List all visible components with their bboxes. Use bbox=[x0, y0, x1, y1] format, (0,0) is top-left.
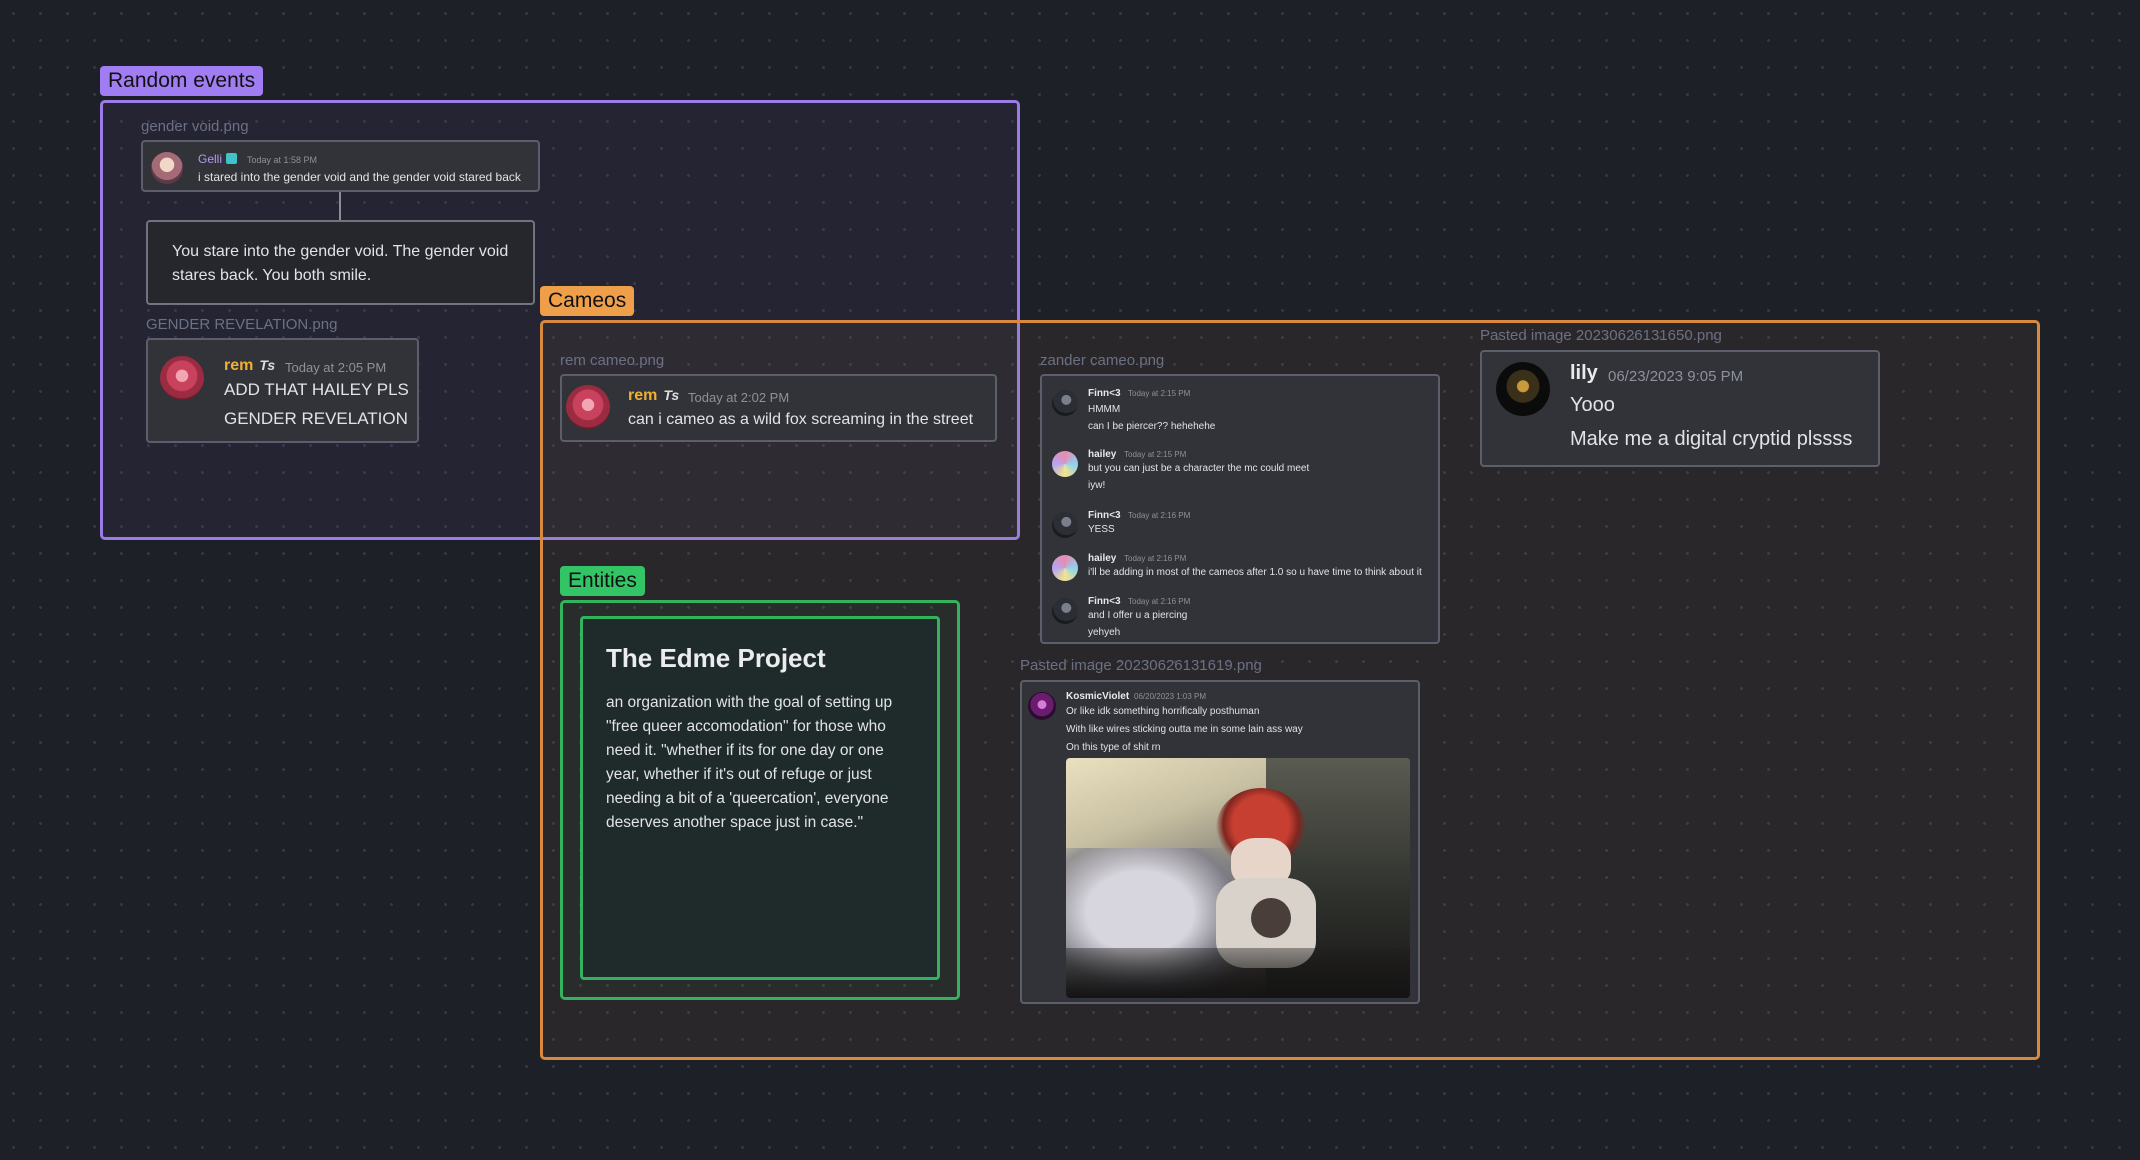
timestamp: Today at 2:05 PM bbox=[285, 360, 387, 375]
text-card-edme-project[interactable]: The Edme Project an organization with th… bbox=[580, 616, 940, 980]
card-body-line: "free queer accomodation" for those who bbox=[606, 718, 886, 735]
card-body-line: need it. "whether if its for one day or … bbox=[606, 742, 884, 759]
username: KosmicViolet bbox=[1066, 691, 1130, 702]
message-text: i stared into the gender void and the ge… bbox=[198, 170, 521, 184]
message-text: Or like idk something horrifically posth… bbox=[1066, 706, 1260, 717]
message-text: YESS bbox=[1088, 524, 1115, 535]
avatar bbox=[1052, 451, 1078, 477]
image-card-gender-revelation[interactable]: rem Ts Today at 2:05 PM ADD THAT HAILEY P… bbox=[146, 338, 419, 443]
avatar bbox=[1052, 512, 1078, 538]
message-text: but you can just be a character the mc c… bbox=[1088, 463, 1310, 474]
username: hailey bbox=[1088, 449, 1117, 460]
card-body-line: deserves another space just in case." bbox=[606, 814, 864, 831]
avatar bbox=[1052, 598, 1078, 624]
image-card-gender-void[interactable]: Gelli Today at 1:58 PM i stared into the… bbox=[141, 140, 540, 192]
username: Finn<3 bbox=[1088, 388, 1121, 399]
image-card-rem-cameo[interactable]: rem Ts Today at 2:02 PM can i cameo as a … bbox=[560, 374, 997, 442]
image-card-lily[interactable]: lily 06/23/2023 9:05 PM Yooo Make me a d… bbox=[1480, 350, 1880, 467]
file-label-kosmic: Pasted image 20230626131619.png bbox=[1020, 657, 1262, 674]
group-label-entities[interactable]: Entities bbox=[560, 566, 645, 596]
avatar bbox=[160, 356, 204, 400]
message-text: HMMM bbox=[1088, 404, 1121, 415]
file-label-zander-cameo: zander cameo.png bbox=[1040, 352, 1165, 369]
group-label-cameos[interactable]: Cameos bbox=[540, 286, 635, 316]
avatar bbox=[566, 385, 610, 429]
card-body-line: an organization with the goal of setting… bbox=[606, 694, 893, 711]
timestamp: Today at 2:16 PM bbox=[1128, 511, 1191, 520]
connector-line bbox=[339, 192, 341, 220]
timestamp: Today at 2:02 PM bbox=[688, 390, 790, 405]
file-label-rem-cameo: rem cameo.png bbox=[560, 352, 665, 369]
message-text: With like wires sticking outta me in som… bbox=[1066, 724, 1303, 735]
timestamp: Today at 2:16 PM bbox=[1124, 554, 1187, 563]
tag-icon: Ts bbox=[259, 357, 276, 373]
message-text: yehyeh bbox=[1088, 627, 1121, 638]
file-label-gender-revelation: GENDER REVELATION.png bbox=[146, 316, 338, 333]
message-text: Yooo bbox=[1570, 394, 1615, 416]
timestamp: 06/20/2023 1:03 PM bbox=[1134, 692, 1207, 701]
text-note-gender-void[interactable]: You stare into the gender void. The gend… bbox=[146, 220, 535, 305]
card-title: The Edme Project bbox=[606, 643, 826, 673]
file-label-lily: Pasted image 20230626131650.png bbox=[1480, 327, 1722, 344]
avatar bbox=[151, 152, 183, 184]
message-text: can I be piercer?? hehehehe bbox=[1088, 421, 1216, 432]
timestamp: Today at 2:15 PM bbox=[1128, 389, 1191, 398]
avatar bbox=[1052, 390, 1078, 416]
card-body-line: needing a bit of a 'queercation', everyo… bbox=[606, 790, 889, 807]
avatar bbox=[1052, 555, 1078, 581]
anime-illustration-image bbox=[1066, 758, 1410, 998]
message-text: i'll be adding in most of the cameos aft… bbox=[1088, 567, 1422, 578]
group-label-random-events[interactable]: Random events bbox=[100, 66, 264, 96]
message-text: On this type of shit rn bbox=[1066, 742, 1161, 753]
avatar bbox=[1496, 362, 1550, 416]
username: lily bbox=[1570, 362, 1598, 384]
username: Finn<3 bbox=[1088, 596, 1121, 607]
image-card-zander-cameo[interactable]: Finn<3 Today at 2:15 PM HMMM can I be pi… bbox=[1040, 374, 1440, 644]
message-text: iyw! bbox=[1088, 480, 1106, 491]
tag-icon: Ts bbox=[663, 387, 680, 403]
timestamp: 06/23/2023 9:05 PM bbox=[1608, 368, 1744, 385]
image-card-kosmic[interactable]: KosmicViolet 06/20/2023 1:03 PM Or like … bbox=[1020, 680, 1420, 1004]
username: rem Ts bbox=[628, 387, 680, 404]
username: Gelli bbox=[198, 152, 238, 166]
badge-icon bbox=[226, 153, 238, 164]
message-text: can i cameo as a wild fox screaming in t… bbox=[628, 411, 974, 428]
message-text: and I offer u a piercing bbox=[1088, 610, 1188, 621]
card-body-line: year, whether if it's out of refuge or j… bbox=[606, 766, 872, 783]
message-text: ADD THAT HAILEY PLS bbox=[224, 380, 409, 399]
note-line: stares back. You both smile. bbox=[172, 267, 372, 284]
timestamp: Today at 1:58 PM bbox=[247, 155, 318, 165]
message-text: Make me a digital cryptid plssss bbox=[1570, 428, 1853, 450]
timestamp: Today at 2:16 PM bbox=[1128, 597, 1191, 606]
avatar bbox=[1028, 692, 1056, 720]
username: rem Ts bbox=[224, 357, 276, 374]
username: hailey bbox=[1088, 553, 1117, 564]
timestamp: Today at 2:15 PM bbox=[1124, 450, 1187, 459]
username: Finn<3 bbox=[1088, 510, 1121, 521]
file-label-gender-void: gender void.png bbox=[141, 118, 249, 135]
message-text: GENDER REVELATION bbox=[224, 409, 408, 428]
note-line: You stare into the gender void. The gend… bbox=[172, 243, 509, 260]
